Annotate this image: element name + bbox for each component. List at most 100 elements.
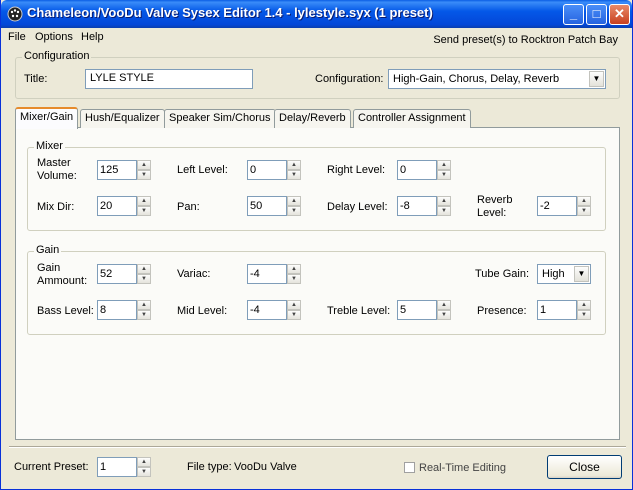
pan-spin-buttons[interactable]: ▲ ▼	[287, 196, 301, 216]
menu-help[interactable]: Help	[81, 31, 104, 43]
treble-level-label: Treble Level:	[327, 305, 391, 317]
pan-label: Pan:	[177, 201, 200, 213]
presence-spin-buttons[interactable]: ▲ ▼	[577, 300, 591, 320]
spin-down-icon[interactable]: ▼	[137, 310, 151, 320]
bass-level-input[interactable]: 8	[97, 300, 137, 320]
reverb-level-spinner[interactable]: -2 ▲ ▼	[537, 196, 593, 216]
spin-down-icon[interactable]: ▼	[287, 170, 301, 180]
spin-down-icon[interactable]: ▼	[437, 206, 451, 216]
treble-level-spin-buttons[interactable]: ▲ ▼	[437, 300, 451, 320]
variac-spinner[interactable]: -4 ▲ ▼	[247, 264, 303, 284]
spin-up-icon[interactable]: ▲	[137, 457, 151, 467]
gain-amount-input[interactable]: 52	[97, 264, 137, 284]
spin-up-icon[interactable]: ▲	[137, 196, 151, 206]
tab-mixer-gain[interactable]: Mixer/Gain	[15, 107, 79, 129]
pan-input[interactable]: 50	[247, 196, 287, 216]
configuration-select[interactable]: High-Gain, Chorus, Delay, Reverb ▼	[388, 69, 606, 89]
left-level-spin-buttons[interactable]: ▲ ▼	[287, 160, 301, 180]
current-preset-spinner[interactable]: 1 ▲ ▼	[97, 457, 153, 477]
tab-hush-equalizer[interactable]: Hush/Equalizer	[80, 109, 165, 128]
tube-gain-label: Tube Gain:	[475, 268, 530, 280]
spin-down-icon[interactable]: ▼	[437, 310, 451, 320]
master-volume-label-line2: Volume:	[37, 170, 77, 182]
menu-options[interactable]: Options	[35, 31, 73, 43]
gain-amount-spinner[interactable]: 52 ▲ ▼	[97, 264, 153, 284]
close-window-button[interactable]: ✕	[609, 4, 630, 25]
pan-spinner[interactable]: 50 ▲ ▼	[247, 196, 303, 216]
chevron-down-icon[interactable]: ▼	[589, 71, 604, 87]
spin-up-icon[interactable]: ▲	[137, 300, 151, 310]
footer-separator	[9, 446, 626, 448]
delay-level-spin-buttons[interactable]: ▲ ▼	[437, 196, 451, 216]
send-to-patch-bay-link[interactable]: Send preset(s) to Rocktron Patch Bay	[433, 34, 618, 46]
right-level-spin-buttons[interactable]: ▲ ▼	[437, 160, 451, 180]
title-bar[interactable]: Chameleon/VooDu Valve Sysex Editor 1.4 -…	[1, 0, 632, 28]
spin-up-icon[interactable]: ▲	[287, 264, 301, 274]
title-input[interactable]: LYLE STYLE	[85, 69, 253, 89]
spin-down-icon[interactable]: ▼	[577, 310, 591, 320]
mix-dir-input[interactable]: 20	[97, 196, 137, 216]
spin-down-icon[interactable]: ▼	[137, 206, 151, 216]
reverb-level-input[interactable]: -2	[537, 196, 577, 216]
left-level-input[interactable]: 0	[247, 160, 287, 180]
reverb-level-label-line2: Level:	[477, 207, 507, 219]
spin-down-icon[interactable]: ▼	[137, 274, 151, 284]
mid-level-input[interactable]: -4	[247, 300, 287, 320]
variac-input[interactable]: -4	[247, 264, 287, 284]
mid-level-spinner[interactable]: -4 ▲ ▼	[247, 300, 303, 320]
tab-speaker-sim-chorus[interactable]: Speaker Sim/Chorus	[164, 109, 276, 128]
spin-down-icon[interactable]: ▼	[577, 206, 591, 216]
spin-down-icon[interactable]: ▼	[287, 274, 301, 284]
spin-down-icon[interactable]: ▼	[137, 467, 151, 477]
left-level-spinner[interactable]: 0 ▲ ▼	[247, 160, 303, 180]
configuration-value: High-Gain, Chorus, Delay, Reverb	[393, 73, 560, 85]
gain-amount-spin-buttons[interactable]: ▲ ▼	[137, 264, 151, 284]
spin-up-icon[interactable]: ▲	[287, 160, 301, 170]
current-preset-spin-buttons[interactable]: ▲ ▼	[137, 457, 151, 477]
right-level-input[interactable]: 0	[397, 160, 437, 180]
mid-level-spin-buttons[interactable]: ▲ ▼	[287, 300, 301, 320]
spin-up-icon[interactable]: ▲	[137, 264, 151, 274]
variac-spin-buttons[interactable]: ▲ ▼	[287, 264, 301, 284]
bass-level-spinner[interactable]: 8 ▲ ▼	[97, 300, 153, 320]
spin-down-icon[interactable]: ▼	[287, 310, 301, 320]
presence-label: Presence:	[477, 305, 527, 317]
realtime-editing-checkbox[interactable]	[404, 462, 415, 473]
presence-input[interactable]: 1	[537, 300, 577, 320]
spin-down-icon[interactable]: ▼	[437, 170, 451, 180]
tab-delay-reverb[interactable]: Delay/Reverb	[274, 109, 351, 128]
close-button[interactable]: Close	[547, 455, 622, 479]
spin-up-icon[interactable]: ▲	[577, 196, 591, 206]
tube-gain-select[interactable]: High ▼	[537, 264, 591, 284]
tab-delay-reverb-label: Delay/Reverb	[279, 112, 346, 124]
reverb-level-spin-buttons[interactable]: ▲ ▼	[577, 196, 591, 216]
spin-down-icon[interactable]: ▼	[137, 170, 151, 180]
spin-up-icon[interactable]: ▲	[577, 300, 591, 310]
spin-up-icon[interactable]: ▲	[437, 196, 451, 206]
spin-up-icon[interactable]: ▲	[437, 160, 451, 170]
mix-dir-spin-buttons[interactable]: ▲ ▼	[137, 196, 151, 216]
chevron-down-icon[interactable]: ▼	[574, 266, 589, 282]
presence-spinner[interactable]: 1 ▲ ▼	[537, 300, 593, 320]
spin-up-icon[interactable]: ▲	[437, 300, 451, 310]
maximize-button[interactable]: □	[586, 4, 607, 25]
treble-level-input[interactable]: 5	[397, 300, 437, 320]
gain-amount-label-line1: Gain	[37, 262, 61, 274]
spin-up-icon[interactable]: ▲	[287, 196, 301, 206]
minimize-button[interactable]: _	[563, 4, 584, 25]
current-preset-input[interactable]: 1	[97, 457, 137, 477]
menu-file[interactable]: File	[8, 31, 26, 43]
master-volume-spin-buttons[interactable]: ▲ ▼	[137, 160, 151, 180]
bass-level-spin-buttons[interactable]: ▲ ▼	[137, 300, 151, 320]
delay-level-spinner[interactable]: -8 ▲ ▼	[397, 196, 453, 216]
spin-down-icon[interactable]: ▼	[287, 206, 301, 216]
treble-level-spinner[interactable]: 5 ▲ ▼	[397, 300, 453, 320]
master-volume-spinner[interactable]: 125 ▲ ▼	[97, 160, 153, 180]
delay-level-input[interactable]: -8	[397, 196, 437, 216]
right-level-spinner[interactable]: 0 ▲ ▼	[397, 160, 453, 180]
tab-controller-assignment[interactable]: Controller Assignment	[353, 109, 471, 128]
spin-up-icon[interactable]: ▲	[287, 300, 301, 310]
spin-up-icon[interactable]: ▲	[137, 160, 151, 170]
mix-dir-spinner[interactable]: 20 ▲ ▼	[97, 196, 153, 216]
master-volume-input[interactable]: 125	[97, 160, 137, 180]
